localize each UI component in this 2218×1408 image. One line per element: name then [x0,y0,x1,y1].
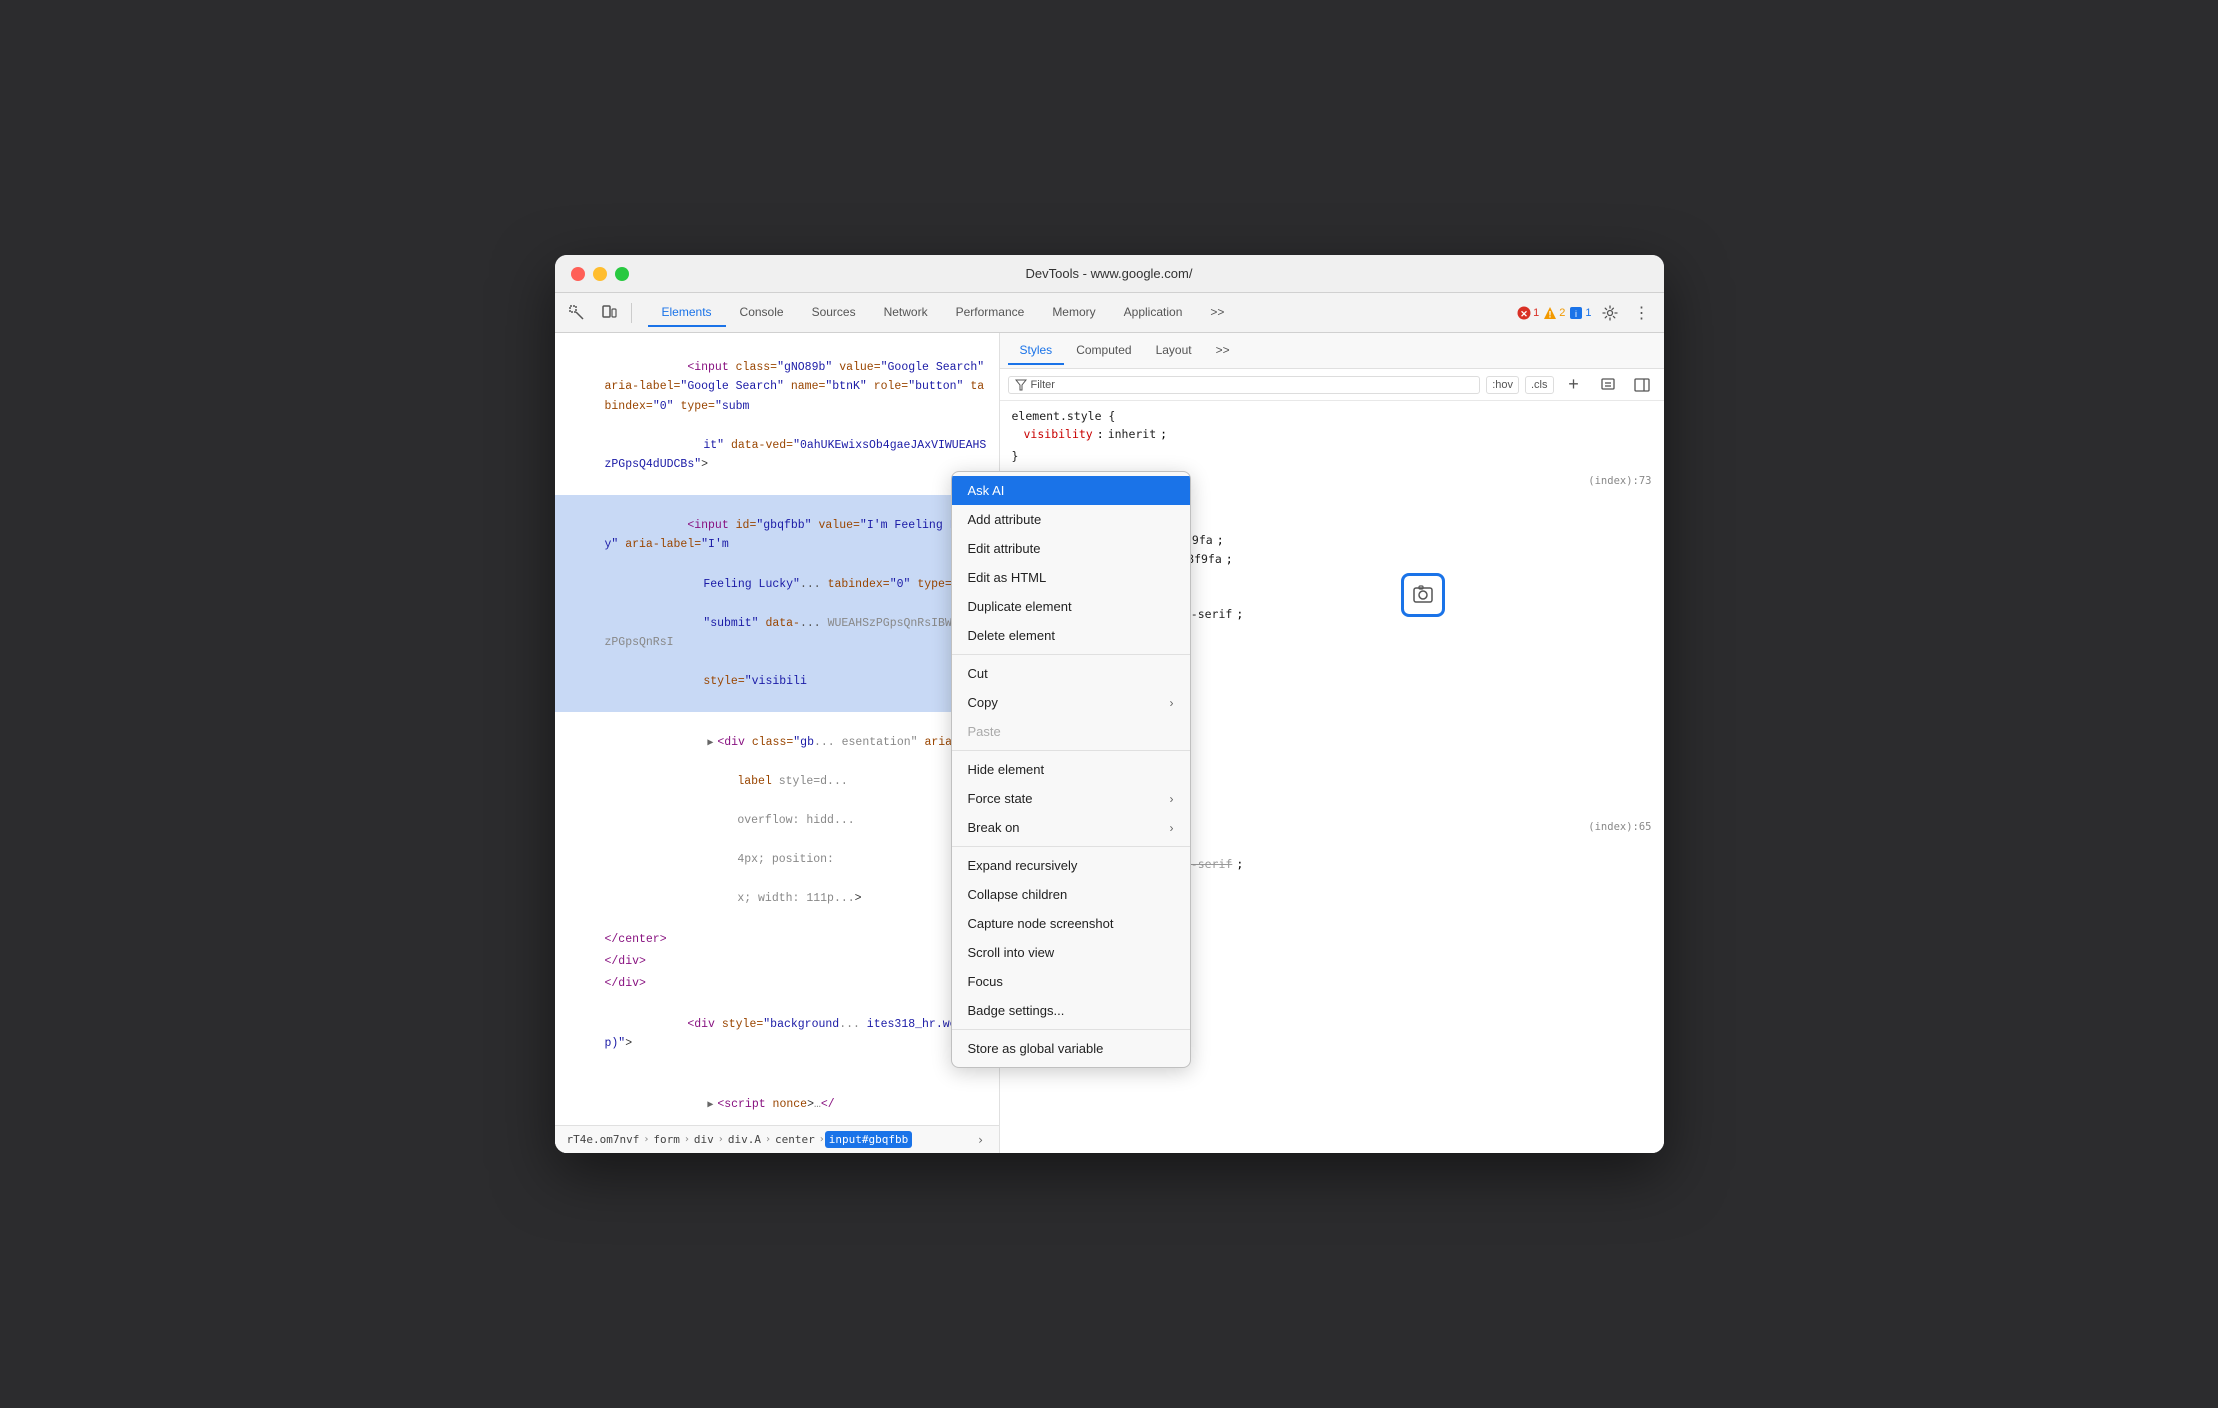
warn-badge[interactable]: ! 2 [1543,306,1565,320]
breadcrumb-bar: rT4e.om7nvf › form › div › div.A › cente… [555,1125,999,1153]
html-line[interactable]: <div style="background... ites318_hr.web… [555,994,999,1074]
toolbar-divider-1 [631,303,632,323]
filter-label: Filter [1031,379,1055,391]
window-controls [571,267,629,281]
svg-text:i: i [1575,309,1577,319]
tab-sources[interactable]: Sources [798,299,870,327]
context-menu-separator [952,1029,1190,1030]
tab-application[interactable]: Application [1110,299,1197,327]
toggle-sidebar-icon[interactable] [1628,371,1656,399]
context-menu-item-copy[interactable]: Copy › [952,688,1190,717]
html-line-selected[interactable]: <input id="gbqfbb" value="I'm Feeling Lu… [555,495,999,712]
top-toolbar: Elements Console Sources Network Perform… [555,293,1664,333]
html-line[interactable]: <input class="gNO89b" value="Google Sear… [555,337,999,495]
tab-elements[interactable]: Elements [648,299,726,327]
html-line[interactable]: ▶<script nonce>…</ [555,1074,999,1125]
hov-button[interactable]: :hov [1486,376,1519,394]
context-menu-item-duplicate[interactable]: Duplicate element [952,592,1190,621]
tab-layout[interactable]: Layout [1144,337,1204,365]
context-menu-overlay: Ask AI Add attribute Edit attribute Edit… [951,471,1191,1068]
tab-memory[interactable]: Memory [1038,299,1109,327]
breadcrumb-item[interactable]: div.A [724,1131,765,1148]
filter-box: Filter [1008,376,1481,394]
styles-tabs: Styles Computed Layout >> [1000,333,1664,369]
tab-performance[interactable]: Performance [942,299,1039,327]
context-menu-item-break-on[interactable]: Break on › [952,813,1190,842]
inspect-icon[interactable] [563,299,591,327]
svg-text:✕: ✕ [1520,309,1528,319]
html-line[interactable]: ▶<div class="gb... esentation" aria- lab… [555,712,999,929]
context-menu-item-badge-settings[interactable]: Badge settings... [952,996,1190,1025]
context-menu-item-add-attribute[interactable]: Add attribute [952,505,1190,534]
context-menu-item-force-state[interactable]: Force state › [952,784,1190,813]
toolbar-right: ✕ 1 ! 2 i 1 ⋮ [1517,299,1655,327]
context-menu-item-expand[interactable]: Expand recursively [952,851,1190,880]
tab-more[interactable]: >> [1196,299,1238,327]
context-menu-separator [952,846,1190,847]
css-rule-close: } [1000,449,1664,463]
tab-computed[interactable]: Computed [1064,337,1143,365]
context-menu-item-store-global[interactable]: Store as global variable [952,1034,1190,1063]
css-rule-body: visibility: inherit; [1000,425,1664,449]
styles-toolbar: Filter :hov .cls + [1000,369,1664,401]
context-menu-item-delete[interactable]: Delete element [952,621,1190,650]
breadcrumb-arrow[interactable]: › [971,1130,991,1150]
elements-panel: <input class="gNO89b" value="Google Sear… [555,333,1000,1153]
context-menu-separator [952,654,1190,655]
context-menu-item-ask-ai[interactable]: Ask AI [952,476,1190,505]
titlebar: DevTools - www.google.com/ [555,255,1664,293]
cls-button[interactable]: .cls [1525,376,1554,394]
context-menu-item-scroll[interactable]: Scroll into view [952,938,1190,967]
close-button[interactable] [571,267,585,281]
devtools-window: DevTools - www.google.com/ Elements Cons… [555,255,1664,1153]
breadcrumb-item[interactable]: rT4e.om7nvf [563,1131,644,1148]
tab-network[interactable]: Network [870,299,942,327]
html-line[interactable]: </center> [555,929,999,951]
tab-console[interactable]: Console [726,299,798,327]
context-menu-item-cut[interactable]: Cut [952,659,1190,688]
new-style-rule-icon[interactable] [1594,371,1622,399]
context-menu-item-hide[interactable]: Hide element [952,755,1190,784]
context-menu-item-focus[interactable]: Focus [952,967,1190,996]
tab-styles-more[interactable]: >> [1204,337,1242,365]
tab-styles[interactable]: Styles [1008,337,1065,365]
context-menu-item-paste: Paste [952,717,1190,746]
filter-icon [1015,379,1027,391]
context-menu-item-edit-html[interactable]: Edit as HTML [952,563,1190,592]
context-menu: Ask AI Add attribute Edit attribute Edit… [951,471,1191,1068]
minimize-button[interactable] [593,267,607,281]
breadcrumb-item-selected[interactable]: input#gbqfbb [825,1131,912,1148]
settings-icon[interactable] [1596,299,1624,327]
breadcrumb-item[interactable]: center [771,1131,819,1148]
css-property: visibility: inherit; [1024,425,1652,443]
more-options-icon[interactable]: ⋮ [1628,299,1656,327]
svg-text:!: ! [1549,309,1552,319]
devtools-body: Elements Console Sources Network Perform… [555,293,1664,1153]
main-content: <input class="gNO89b" value="Google Sear… [555,333,1664,1153]
context-menu-item-collapse[interactable]: Collapse children [952,880,1190,909]
breadcrumb-item[interactable]: form [649,1131,684,1148]
add-style-icon[interactable]: + [1560,371,1588,399]
html-line[interactable]: </div> [555,973,999,995]
context-menu-item-capture-screenshot[interactable]: Capture node screenshot [952,909,1190,938]
maximize-button[interactable] [615,267,629,281]
window-title: DevTools - www.google.com/ [1026,266,1193,281]
context-menu-item-edit-attribute[interactable]: Edit attribute [952,534,1190,563]
elements-content[interactable]: <input class="gNO89b" value="Google Sear… [555,333,999,1125]
css-rule-header: element.style { [1000,405,1664,425]
html-line[interactable]: </div> [555,951,999,973]
context-menu-separator [952,750,1190,751]
device-icon[interactable] [595,299,623,327]
breadcrumb-item[interactable]: div [690,1131,718,1148]
error-badge[interactable]: ✕ 1 [1517,306,1539,320]
screenshot-capture-badge[interactable] [1401,573,1445,617]
info-badge[interactable]: i 1 [1569,306,1591,320]
main-tabs: Elements Console Sources Network Perform… [640,299,1514,327]
